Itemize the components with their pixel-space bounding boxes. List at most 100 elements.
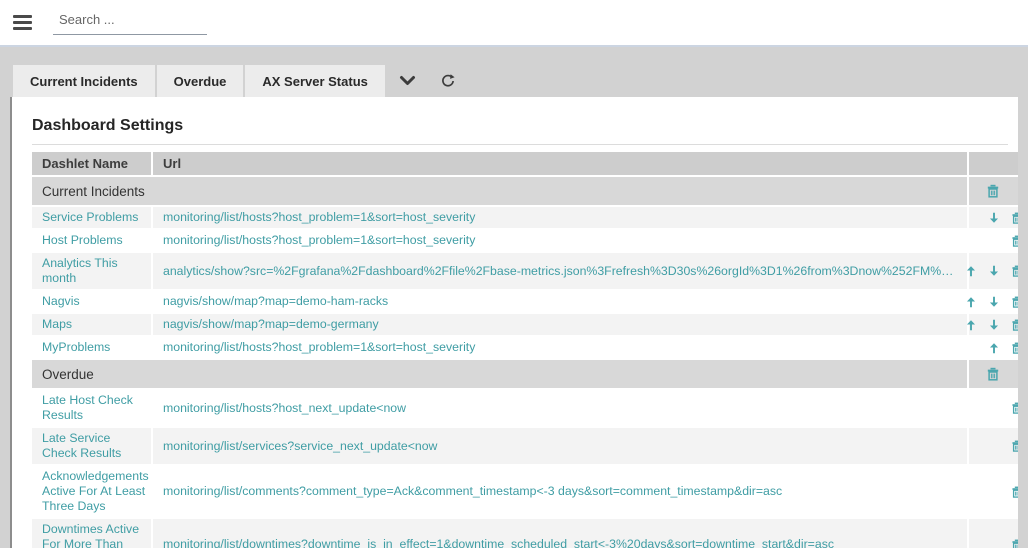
section-header-row: Current Incidents [32,176,1018,206]
dashlet-row: Late Host Check Resultsmonitoring/list/h… [32,389,1018,427]
delete-button[interactable] [1010,341,1018,355]
move-up-button[interactable] [964,264,978,278]
dashlet-table: Dashlet Name Url Current IncidentsServic… [32,152,1018,548]
dashlet-row: Late Service Check Resultsmonitoring/lis… [32,427,1018,465]
tab-current-incidents[interactable]: Current Incidents [13,65,155,97]
dashlet-name: Service Problems [32,206,152,229]
row-actions [968,252,1018,290]
delete-button[interactable] [1010,318,1018,332]
move-down-button[interactable] [987,264,1001,278]
search-input[interactable] [53,10,207,35]
dashlet-name: Host Problems [32,229,152,252]
dashlet-row: Analytics This monthanalytics/show?src=%… [32,252,1018,290]
trash-icon [1010,341,1018,355]
row-actions [968,313,1018,336]
dashlet-row: MyProblemsmonitoring/list/hosts?host_pro… [32,336,1018,359]
move-down-button[interactable] [987,211,1001,225]
section-title: Overdue [32,359,968,389]
move-down-icon [987,318,1001,332]
dashlet-name: Nagvis [32,290,152,313]
section-title: Current Incidents [32,176,968,206]
move-up-icon [964,318,978,332]
dashlet-url: nagvis/show/map?map=demo-ham-racks [152,290,968,313]
row-actions [968,176,1018,206]
move-down-icon [987,211,1001,225]
dashlet-url: monitoring/list/hosts?host_problem=1&sor… [152,206,968,229]
dashlet-url: monitoring/list/services?service_next_up… [152,427,968,465]
delete-button[interactable] [1010,211,1018,225]
dashlet-row: Downtimes Active For More Than Three Day… [32,518,1018,548]
col-header-url: Url [152,152,968,176]
dashlet-name: MyProblems [32,336,152,359]
delete-button[interactable] [1010,439,1018,453]
dashboard-settings-panel: Dashboard Settings Dashlet Name Url Curr… [10,97,1018,548]
trash-icon [1010,485,1018,499]
delete-button[interactable] [1010,264,1018,278]
dashlet-name: Downtimes Active For More Than Three Day… [32,518,152,548]
chevron-down-icon[interactable] [387,65,428,97]
move-down-icon [987,264,1001,278]
dashlet-name: Acknowledgements Active For At Least Thr… [32,465,152,518]
move-down-button[interactable] [987,295,1001,309]
dashlet-url: monitoring/list/hosts?host_problem=1&sor… [152,229,968,252]
dashlet-name: Maps [32,313,152,336]
delete-button[interactable] [1010,295,1018,309]
dashlet-url: nagvis/show/map?map=demo-germany [152,313,968,336]
section-header-row: Overdue [32,359,1018,389]
trash-icon [1010,401,1018,415]
delete-button[interactable] [1010,401,1018,415]
col-header-actions [968,152,1018,176]
trash-icon [1010,264,1018,278]
title-divider [32,144,1008,145]
delete-button[interactable] [1010,485,1018,499]
dashlet-row: Mapsnagvis/show/map?map=demo-germany [32,313,1018,336]
table-header-row: Dashlet Name Url [32,152,1018,176]
dashlet-url: monitoring/list/comments?comment_type=Ac… [152,465,968,518]
dashlet-url: monitoring/list/hosts?host_next_update<n… [152,389,968,427]
col-header-dashlet-name: Dashlet Name [32,152,152,176]
trash-icon [985,183,1001,199]
row-actions [968,465,1018,518]
move-up-icon [964,295,978,309]
dashlet-row: Service Problemsmonitoring/list/hosts?ho… [32,206,1018,229]
delete-button[interactable] [1010,234,1018,248]
row-actions [968,359,1018,389]
move-up-button[interactable] [964,295,978,309]
dashlet-table-body: Current IncidentsService Problemsmonitor… [32,176,1018,548]
delete-button[interactable] [985,366,1001,382]
move-up-button[interactable] [964,318,978,332]
tab-ax-server-status[interactable]: AX Server Status [245,65,385,97]
delete-button[interactable] [1010,538,1018,548]
move-up-icon [964,264,978,278]
move-down-icon [987,295,1001,309]
move-up-icon [987,341,1001,355]
row-actions [968,389,1018,427]
dashlet-name: Late Service Check Results [32,427,152,465]
trash-icon [1010,234,1018,248]
trash-icon [1010,295,1018,309]
move-up-button[interactable] [987,341,1001,355]
dashlet-name: Analytics This month [32,252,152,290]
trash-icon [1010,538,1018,548]
dashlet-url: monitoring/list/downtimes?downtime_is_in… [152,518,968,548]
trash-icon [985,366,1001,382]
trash-icon [1010,439,1018,453]
delete-button[interactable] [985,183,1001,199]
row-actions [968,206,1018,229]
tab-overdue[interactable]: Overdue [157,65,244,97]
dashlet-url: monitoring/list/hosts?host_problem=1&sor… [152,336,968,359]
move-down-button[interactable] [987,318,1001,332]
tab-bar: Current Incidents Overdue AX Server Stat… [13,65,1028,97]
row-actions [968,229,1018,252]
page-title: Dashboard Settings [20,111,1018,144]
dashlet-url: analytics/show?src=%2Fgrafana%2Fdashboar… [152,252,968,290]
refresh-icon[interactable] [428,65,468,97]
top-bar [0,0,1028,47]
menu-icon[interactable] [13,12,32,33]
dashlet-row: Host Problemsmonitoring/list/hosts?host_… [32,229,1018,252]
row-actions [968,427,1018,465]
dashlet-name: Late Host Check Results [32,389,152,427]
trash-icon [1010,211,1018,225]
row-actions [968,336,1018,359]
dashlet-row: Acknowledgements Active For At Least Thr… [32,465,1018,518]
